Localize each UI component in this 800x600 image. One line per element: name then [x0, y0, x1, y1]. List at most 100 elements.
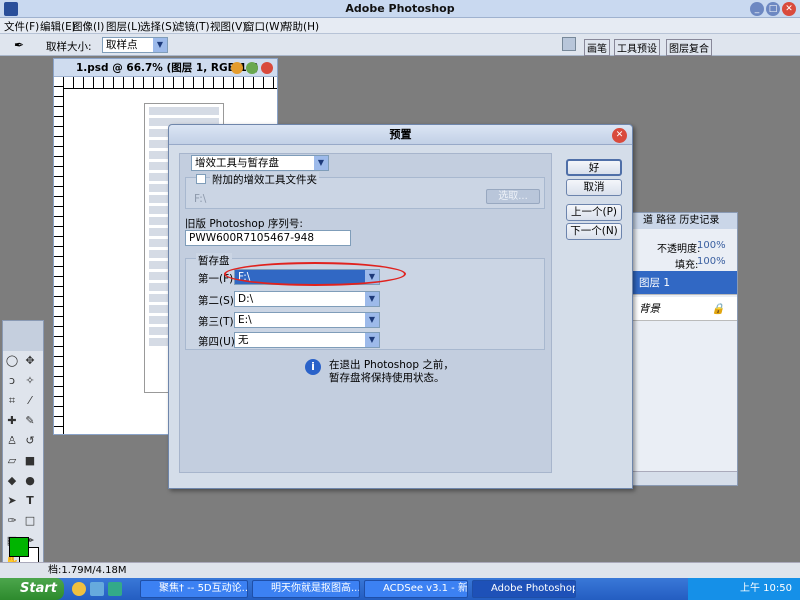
menu-file[interactable]: 文件(F) [4, 19, 39, 34]
taskbar-item-photoshop[interactable]: Adobe Photoshop [472, 580, 576, 598]
taskbar-item-label: Adobe Photoshop [491, 583, 576, 594]
document-minimize-icon[interactable] [231, 62, 243, 74]
document-maximize-icon[interactable] [246, 62, 258, 74]
app-titlebar: Adobe Photoshop _ □ ✕ [0, 0, 800, 18]
scratch-disk-4-select[interactable]: 无 ▼ [234, 332, 380, 348]
menu-filter[interactable]: 滤镜(T) [174, 19, 210, 34]
feather-logo-icon [3, 321, 43, 351]
plugins-path: F:\ [194, 193, 207, 205]
gradient-tool-icon[interactable]: ■ [22, 453, 38, 469]
taskbar-item-label: ACDSee v3.1 - 新建... [383, 583, 468, 594]
previous-button[interactable]: 上一个(P) [566, 204, 622, 221]
system-tray: 上午 10:50 [688, 578, 800, 600]
foreground-color-swatch[interactable] [9, 537, 29, 557]
taskbar-item-label: 聚焦† -- 5D互动论... [159, 583, 248, 594]
taskbar-item-forum[interactable]: 聚焦† -- 5D互动论... [140, 580, 248, 598]
palette-well-icon[interactable] [562, 37, 576, 51]
legacy-serial-input[interactable]: PWW600R7105467-948 [185, 230, 351, 246]
choose-button[interactable]: 选取... [486, 189, 540, 204]
menu-layer[interactable]: 图层(L) [106, 19, 141, 34]
annotation-circle [224, 262, 406, 286]
scratch-disk-3-label: 第三(T): [198, 316, 238, 328]
opacity-label: 不透明度: [657, 244, 701, 255]
path-selection-tool-icon[interactable]: ➤ [4, 493, 20, 509]
sample-size-label: 取样大小: [46, 41, 92, 53]
document-close-icon[interactable] [261, 62, 273, 74]
ok-button[interactable]: 好 [566, 159, 622, 176]
lasso-tool-icon[interactable]: ↄ [4, 373, 20, 389]
lock-icon: 🔒 [711, 303, 725, 315]
plugins-checkbox[interactable] [196, 174, 206, 184]
chevron-down-icon: ▼ [314, 156, 328, 170]
dialog-title: 预置 [169, 125, 632, 145]
healing-brush-tool-icon[interactable]: ✚ [4, 413, 20, 429]
cancel-button-label: 取消 [583, 181, 605, 193]
chevron-down-icon: ▼ [365, 333, 379, 347]
document-size: 档:1.79M/4.18M [48, 565, 127, 576]
clock[interactable]: 上午 10:50 [740, 583, 792, 594]
layer-name: 背景 [639, 303, 660, 315]
plugins-checkbox-label: 附加的增效工具文件夹 [210, 172, 319, 187]
dialog-close-icon[interactable]: ✕ [612, 128, 627, 143]
scratch-disk-4-value: 无 [238, 334, 249, 346]
quicklaunch-icon-3[interactable] [108, 582, 122, 596]
type-tool-icon[interactable]: T [22, 493, 38, 509]
opacity-value[interactable]: 100% [697, 240, 726, 251]
menu-view[interactable]: 视图(V) [210, 19, 246, 34]
scratch-disk-2-select[interactable]: D:\ ▼ [234, 291, 380, 307]
fill-label: 填充: [675, 260, 699, 271]
scratch-disk-2-label: 第二(S): [198, 295, 238, 307]
marquee-tool-icon[interactable]: ◯ [4, 353, 20, 369]
chevron-down-icon: ▼ [365, 292, 379, 306]
info-text-line2: 暂存盘将保持使用状态。 [329, 372, 445, 384]
menubar: 文件(F) 编辑(E) 图像(I) 图层(L) 选择(S) 滤镜(T) 视图(V… [0, 18, 800, 34]
menu-image[interactable]: 图像(I) [72, 19, 104, 34]
crop-tool-icon[interactable]: ⌗ [4, 393, 20, 409]
fill-value[interactable]: 100% [697, 256, 726, 267]
quicklaunch-icon-1[interactable] [72, 582, 86, 596]
menu-help[interactable]: 帮助(H) [282, 19, 319, 34]
menu-window[interactable]: 窗口(W) [244, 19, 284, 34]
taskbar-item-acdsee[interactable]: ACDSee v3.1 - 新建... [364, 580, 468, 598]
shape-tool-icon[interactable]: □ [22, 513, 38, 529]
status-bar: 档:1.79M/4.18M [0, 562, 800, 578]
sample-size-select[interactable]: 取样点 ▼ [102, 37, 168, 53]
blur-tool-icon[interactable]: ◆ [4, 473, 20, 489]
maximize-icon[interactable]: □ [766, 2, 780, 16]
eyedropper-icon[interactable]: ✒ [14, 38, 24, 52]
taskbar-item-tutorial[interactable]: 明天你就是抠图高... [252, 580, 360, 598]
slice-tool-icon[interactable]: ⁄ [22, 393, 38, 409]
palette-tab-tool-presets[interactable]: 工具预设 [614, 39, 660, 56]
stamp-tool-icon[interactable]: ♙ [4, 433, 20, 449]
options-bar: ✒ 取样大小: 取样点 ▼ 画笔 工具预设 图层复合 [0, 34, 800, 56]
history-brush-tool-icon[interactable]: ↺ [22, 433, 38, 449]
close-icon[interactable]: ✕ [782, 2, 796, 16]
eraser-tool-icon[interactable]: ▱ [4, 453, 20, 469]
plugins-group: 附加的增效工具文件夹 F:\ 选取... [185, 172, 545, 209]
minimize-icon[interactable]: _ [750, 2, 764, 16]
pen-tool-icon[interactable]: ✑ [4, 513, 20, 529]
dodge-tool-icon[interactable]: ● [22, 473, 38, 489]
taskbar: Start 聚焦† -- 5D互动论... 明天你就是抠图高... ACDSee… [0, 578, 800, 600]
menu-edit[interactable]: 编辑(E) [40, 19, 76, 34]
quicklaunch-icon-2[interactable] [90, 582, 104, 596]
magic-wand-tool-icon[interactable]: ✧ [22, 373, 38, 389]
menu-select[interactable]: 选择(S) [140, 19, 176, 34]
cancel-button[interactable]: 取消 [566, 179, 622, 196]
previous-button-label: 上一个(P) [570, 206, 618, 218]
app-title: Adobe Photoshop [345, 2, 455, 15]
start-button[interactable]: Start [0, 578, 64, 600]
next-button[interactable]: 下一个(N) [566, 223, 622, 240]
choose-button-label: 选取... [498, 191, 528, 202]
scratch-disk-3-select[interactable]: E:\ ▼ [234, 312, 380, 328]
palette-tab-brushes[interactable]: 画笔 [584, 39, 610, 56]
start-button-label: Start [20, 581, 57, 596]
move-tool-icon[interactable]: ✥ [22, 353, 38, 369]
toolbox: ◯✥ ↄ✧ ⌗⁄ ✚✎ ♙↺ ▱■ ◆● ➤T ✑□ ▤✒ ✋⌕ [2, 320, 44, 576]
preferences-dialog: 预置 ✕ 增效工具与暂存盘 ▼ 附加的增效工具文件夹 F:\ 选取... 旧版 … [168, 124, 633, 489]
brush-tool-icon[interactable]: ✎ [22, 413, 38, 429]
section-select[interactable]: 增效工具与暂存盘 ▼ [191, 155, 329, 171]
palette-tab-layer-comps[interactable]: 图层复合 [666, 39, 712, 56]
scratch-disk-2-value: D:\ [238, 293, 254, 305]
next-button-label: 下一个(N) [570, 225, 618, 237]
